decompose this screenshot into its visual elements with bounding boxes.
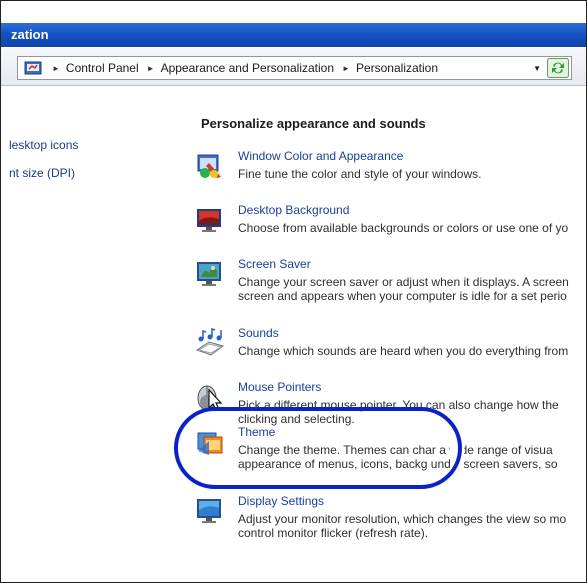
breadcrumb-separator-icon: ► [342, 63, 350, 73]
item-description: Fine tune the color and style of your wi… [238, 167, 482, 181]
section-heading: Personalize appearance and sounds [201, 116, 426, 131]
control-panel-window: zation ► Control Panel ► Appearance and … [0, 0, 587, 583]
window-title: zation [11, 27, 49, 42]
refresh-go-icon[interactable] [547, 58, 569, 78]
item-title-link[interactable]: Display Settings [238, 494, 324, 508]
window-color-icon [195, 151, 225, 181]
desktop-background-icon [195, 205, 225, 235]
sounds-icon [195, 327, 225, 358]
item-title-link[interactable]: Desktop Background [238, 203, 349, 217]
item-title-link[interactable]: Window Color and Appearance [238, 149, 403, 163]
annotation-blot [450, 433, 464, 483]
control-panel-folder-icon [24, 60, 44, 76]
breadcrumb-label: Personalization [355, 61, 439, 75]
item-description: Change your screen saver or adjust when … [238, 275, 569, 303]
item-title-link[interactable]: Mouse Pointers [238, 380, 321, 394]
breadcrumb-appearance[interactable]: ► Appearance and Personalization [139, 61, 334, 75]
breadcrumb-separator-icon: ► [146, 63, 155, 73]
item-description: Change which sounds are heard when you d… [238, 344, 569, 358]
item-description: Pick a different mouse pointer. You can … [238, 398, 559, 426]
display-settings-icon [195, 496, 225, 526]
address-bar: ► Control Panel ► Appearance and Persona… [1, 48, 586, 86]
item-title-link[interactable]: Sounds [238, 326, 279, 340]
screen-saver-icon [195, 259, 225, 289]
breadcrumb-label: Appearance and Personalization [160, 61, 335, 75]
window-title-bar[interactable]: zation [1, 23, 586, 47]
item-description: Change the theme. Themes can char a wide… [238, 443, 558, 471]
breadcrumb-separator-icon: ► [52, 63, 60, 73]
item-title-link[interactable]: Screen Saver [238, 257, 311, 271]
item-title-link[interactable]: Theme [238, 425, 275, 439]
theme-icon [195, 427, 225, 457]
breadcrumb-personalization[interactable]: ► Personalization [334, 61, 438, 75]
item-description: Choose from available backgrounds or col… [238, 221, 569, 235]
breadcrumb-control-panel[interactable]: ► Control Panel [44, 61, 139, 75]
left-link-font-size[interactable]: nt size (DPI) [9, 166, 75, 180]
left-link-desktop-icons[interactable]: lesktop icons [9, 138, 78, 152]
breadcrumb-label: Control Panel [65, 61, 139, 75]
address-history-dropdown-icon[interactable]: ▼ [533, 64, 541, 73]
item-description: Adjust your monitor resolution, which ch… [238, 512, 567, 540]
address-field[interactable]: ► Control Panel ► Appearance and Persona… [17, 56, 572, 80]
mouse-pointer-icon [195, 382, 225, 412]
